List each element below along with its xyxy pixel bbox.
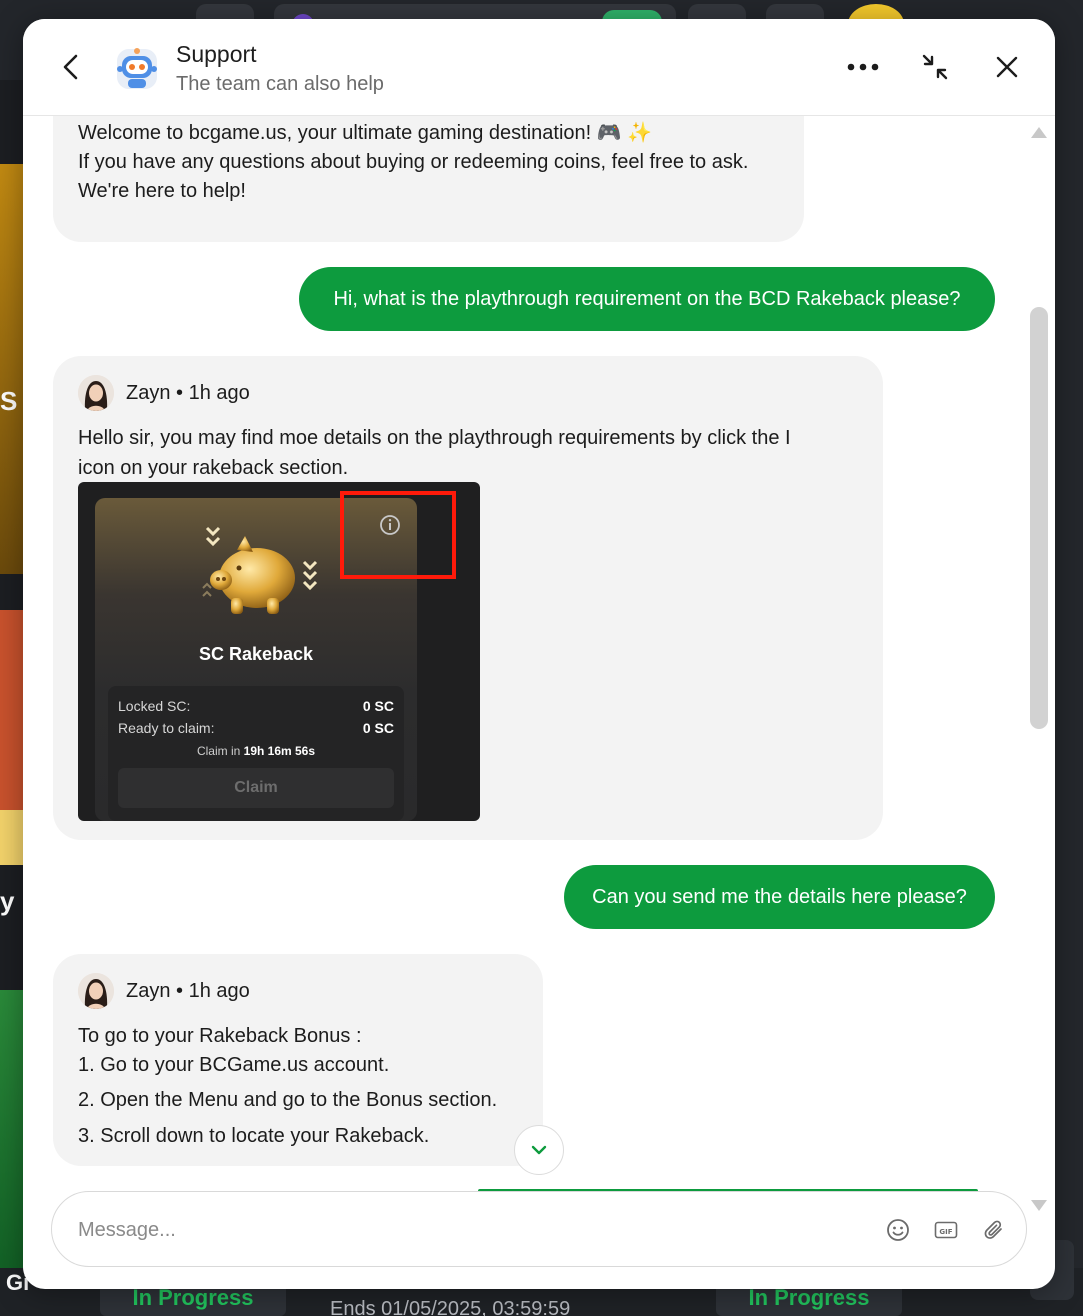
scroll-down-arrow[interactable]: [1030, 1199, 1048, 1213]
agent-name-time: Zayn • 1h ago: [126, 979, 250, 1002]
welcome-line: Welcome to bcgame.us, your ultimate gami…: [78, 122, 653, 144]
chevron-left-icon: [63, 54, 78, 80]
agent-avatar: [78, 973, 114, 1009]
user-message: Can you send me the details here please?: [564, 865, 995, 929]
chat-subtitle: The team can also help: [176, 73, 384, 95]
chat-title: Support: [176, 41, 257, 67]
scroll-to-bottom-button[interactable]: [514, 1125, 564, 1175]
agent-name-time: Zayn • 1h ago: [126, 381, 250, 404]
background-label: y: [0, 886, 15, 916]
back-button[interactable]: [51, 47, 91, 87]
svg-text:GIF: GIF: [939, 1228, 952, 1236]
list-item: 3. Scroll down to locate your Rakeback.: [78, 1125, 430, 1147]
agent-header: Zayn • 1h ago: [78, 375, 250, 411]
locked-label: Locked SC:: [118, 698, 191, 714]
smile-icon: [887, 1219, 909, 1241]
attach-button[interactable]: [978, 1214, 1010, 1246]
attached-screenshot[interactable]: SC Rakeback Locked SC: 0 SC Ready to cla…: [78, 482, 480, 821]
agent-header: Zayn • 1h ago: [78, 973, 250, 1009]
support-chat-window: Support The team can also help Welcome t…: [23, 19, 1055, 1289]
message-composer: GIF: [51, 1191, 1027, 1267]
agent-message-line: icon on your rakeback section.: [78, 457, 349, 479]
chevron-down-icon: [205, 526, 221, 547]
background-ends-text: Ends 01/05/2025, 03:59:59: [330, 1298, 571, 1316]
background-game-tile: [0, 810, 23, 865]
background-left-column: [0, 80, 23, 1316]
agent-message-line: Hello sir, you may find moe details on t…: [78, 427, 791, 449]
gif-icon: GIF: [934, 1221, 958, 1239]
claim-countdown: Claim in 19h 16m 56s: [108, 744, 404, 758]
welcome-message: Welcome to bcgame.us, your ultimate gami…: [53, 116, 804, 242]
chevron-up-icon: [202, 582, 212, 597]
agent-message-line: To go to your Rakeback Bonus :: [78, 1025, 362, 1047]
message-list[interactable]: Welcome to bcgame.us, your ultimate gami…: [23, 116, 1055, 1191]
claim-button: Claim: [118, 768, 394, 808]
chat-header: Support The team can also help: [23, 19, 1055, 116]
background-label: S: [0, 386, 18, 416]
background-game-tile: [0, 610, 23, 810]
highlight-box: [340, 491, 456, 579]
scrollbar-thumb[interactable]: [1030, 307, 1048, 729]
agent-message: Zayn • 1h ago To go to your Rakeback Bon…: [53, 954, 543, 1166]
ready-value: 0 SC: [362, 720, 394, 736]
more-horizontal-icon: [847, 63, 879, 71]
ready-label: Ready to claim:: [118, 720, 215, 736]
chevron-down-icon: [531, 1145, 547, 1155]
gif-button[interactable]: GIF: [930, 1214, 962, 1246]
claim-in-label: Claim in: [196, 744, 241, 758]
close-button[interactable]: [987, 47, 1027, 87]
collapse-icon: [922, 54, 948, 80]
list-item: 1. Go to your BCGame.us account.: [78, 1054, 390, 1076]
paperclip-icon: [984, 1220, 1002, 1239]
support-bot-avatar: [111, 43, 163, 95]
user-message: Hi, what is the playthrough requirement …: [299, 267, 995, 331]
emoji-button[interactable]: [882, 1214, 914, 1246]
welcome-line: If you have any questions about buying o…: [78, 151, 749, 173]
more-options-button[interactable]: [841, 47, 885, 87]
background-right-column: [1055, 80, 1083, 1316]
locked-value: 0 SC: [362, 698, 394, 714]
message-input[interactable]: [78, 1210, 838, 1250]
claim-in-time: 19h 16m 56s: [243, 744, 316, 758]
scroll-up-arrow[interactable]: [1030, 125, 1048, 139]
background-game-tile: [0, 164, 23, 574]
minimize-button[interactable]: [913, 47, 957, 87]
rakeback-panel: Locked SC: 0 SC Ready to claim: 0 SC Cla…: [108, 686, 404, 821]
chevron-down-icon: [302, 560, 318, 591]
list-item: 2. Open the Menu and go to the Bonus sec…: [78, 1089, 498, 1111]
rakeback-title: SC Rakeback: [198, 644, 314, 664]
welcome-line: We're here to help!: [78, 180, 246, 202]
close-icon: [996, 56, 1018, 78]
agent-avatar: [78, 375, 114, 411]
